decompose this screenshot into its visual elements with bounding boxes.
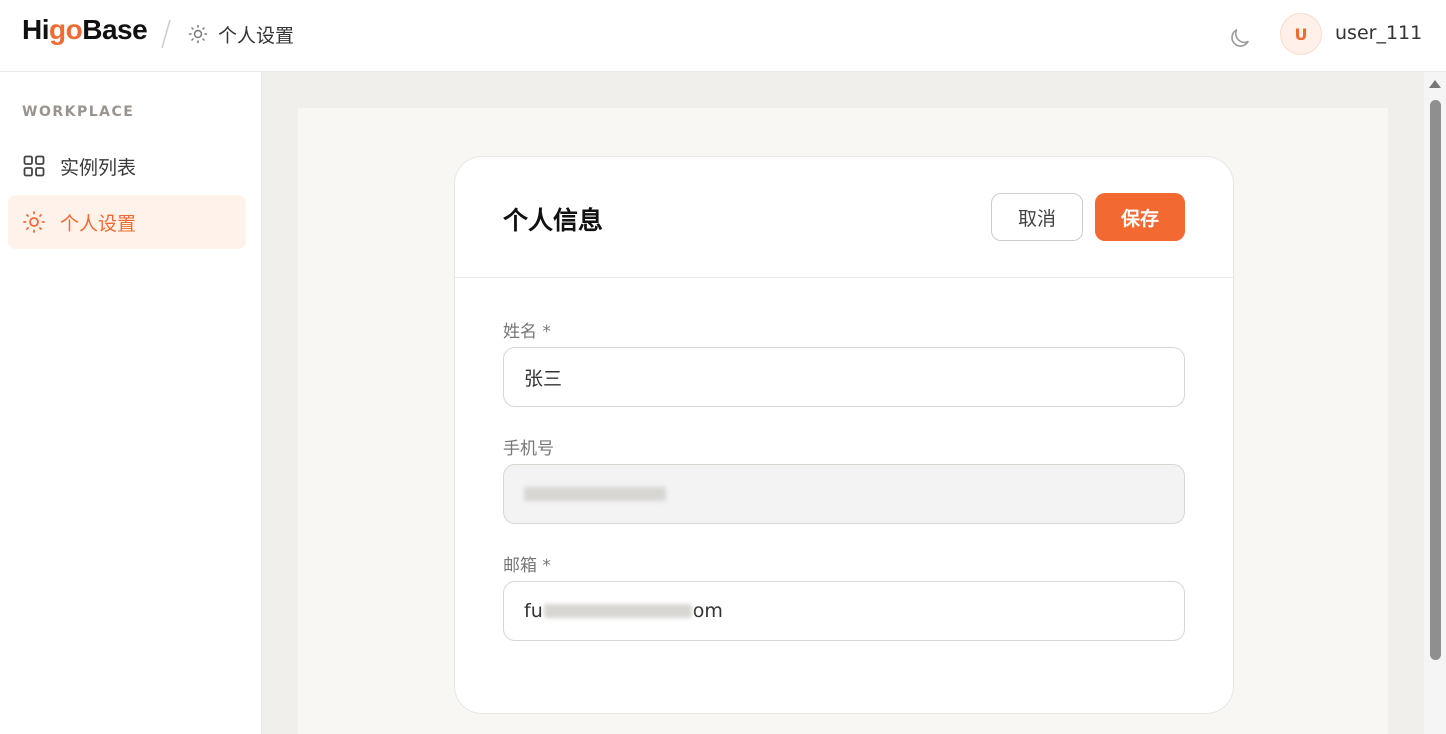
- app-window: Hi go Base 个人设置 U user_111 WORKPLACE 实例列…: [0, 0, 1446, 734]
- sidebar: WORKPLACE 实例列表 个人设置: [0, 72, 262, 734]
- save-button[interactable]: 保存: [1095, 193, 1185, 241]
- cancel-button[interactable]: 取消: [991, 193, 1083, 241]
- redacted-email: [543, 604, 692, 618]
- phone-label: 手机号: [503, 439, 554, 459]
- breadcrumb: 个人设置: [188, 20, 294, 48]
- vertical-scrollbar[interactable]: [1424, 72, 1446, 734]
- top-header: Hi go Base 个人设置 U user_111: [0, 0, 1446, 72]
- breadcrumb-label: 个人设置: [218, 24, 295, 47]
- logo-suffix: Base: [82, 14, 148, 45]
- redacted-phone: [524, 487, 666, 501]
- avatar[interactable]: U: [1280, 13, 1322, 55]
- sun-icon: [188, 24, 208, 44]
- profile-card: 个人信息 取消 保存 姓名 * 张三 手机号 邮箱 * fu om: [454, 156, 1234, 714]
- name-value: 张三: [524, 367, 563, 390]
- name-label: 姓名 *: [503, 322, 551, 342]
- card-header: 个人信息 取消 保存: [455, 157, 1233, 278]
- logo-accent: go: [49, 14, 83, 45]
- content-panel: 个人信息 取消 保存 姓名 * 张三 手机号 邮箱 * fu om: [298, 108, 1388, 734]
- moon-icon[interactable]: [1228, 22, 1254, 48]
- logo-prefix: Hi: [22, 14, 50, 45]
- logo[interactable]: Hi go Base: [22, 14, 148, 46]
- email-value-start: fu: [524, 600, 543, 622]
- main-content: 个人信息 取消 保存 姓名 * 张三 手机号 邮箱 * fu om: [262, 72, 1424, 734]
- sidebar-section-label: WORKPLACE: [22, 104, 135, 120]
- phone-field: [503, 464, 1185, 524]
- sidebar-item-instances[interactable]: 实例列表: [8, 139, 246, 193]
- sidebar-item-label: 个人设置: [60, 212, 137, 235]
- sidebar-item-label: 实例列表: [60, 156, 137, 179]
- email-value-end: om: [692, 600, 723, 622]
- sun-icon: [23, 211, 45, 233]
- username[interactable]: user_111: [1335, 22, 1422, 44]
- email-field[interactable]: fu om: [503, 581, 1185, 641]
- sidebar-item-settings[interactable]: 个人设置: [8, 195, 246, 249]
- grid-icon: [23, 155, 45, 177]
- scroll-up-icon[interactable]: [1429, 80, 1441, 88]
- breadcrumb-separator: [161, 19, 171, 49]
- email-label: 邮箱 *: [503, 556, 551, 576]
- scrollbar-thumb[interactable]: [1430, 100, 1441, 660]
- card-title: 个人信息: [503, 206, 604, 235]
- name-field[interactable]: 张三: [503, 347, 1185, 407]
